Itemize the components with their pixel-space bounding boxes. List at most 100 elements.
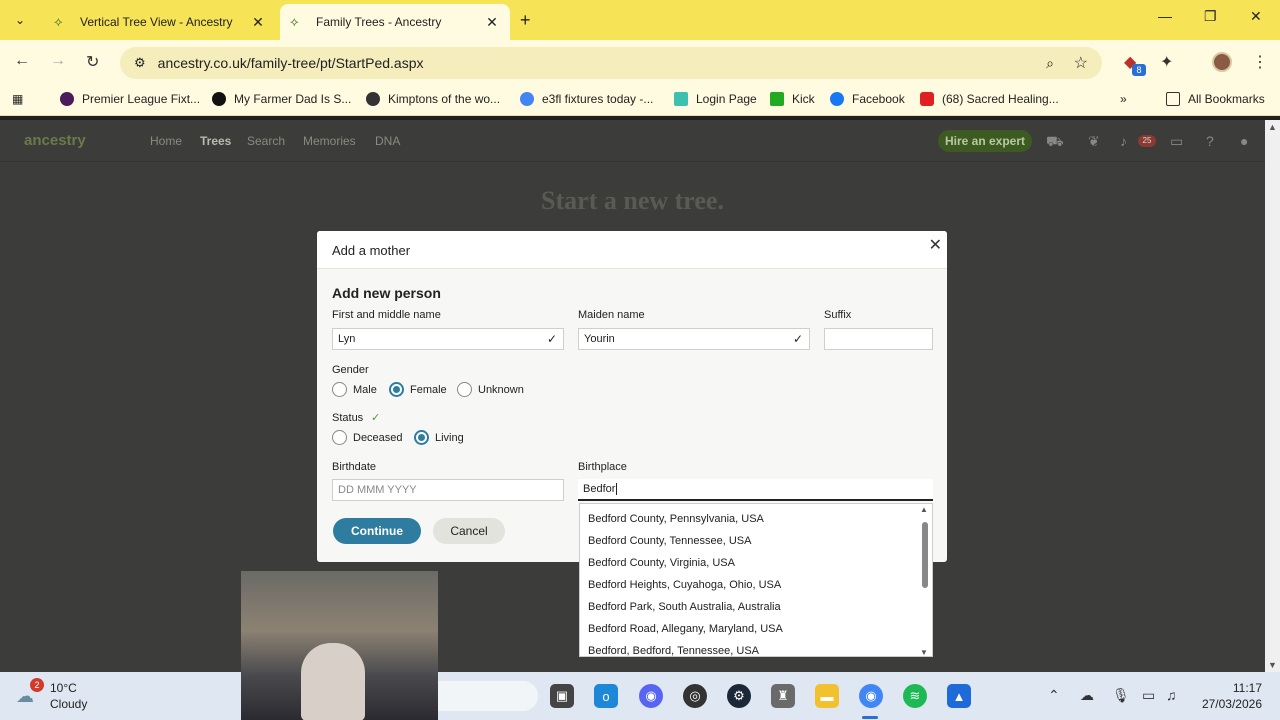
ancestry-leaf-icon: ⟡ — [54, 14, 63, 29]
task-view-icon[interactable]: ▣ — [550, 684, 574, 708]
volume-icon[interactable]: ♫ — [1166, 687, 1177, 703]
taskbar-search[interactable] — [438, 681, 538, 711]
nav-trees[interactable]: Trees — [200, 134, 231, 148]
bookmark-facebook[interactable]: Facebook — [830, 92, 905, 106]
all-bookmarks-folder[interactable]: All Bookmarks — [1166, 92, 1265, 106]
bell-icon[interactable]: ♪ — [1120, 133, 1127, 149]
suffix-field[interactable] — [824, 328, 933, 350]
bookmark-farmer-dad[interactable]: My Farmer Dad Is S... — [212, 92, 351, 106]
continue-button[interactable]: Continue — [333, 518, 421, 544]
restore-icon[interactable]: ❐ — [1204, 8, 1217, 25]
maiden-name-field[interactable]: Yourin ✓ — [578, 328, 810, 350]
clock-time[interactable]: 11:17 — [1206, 681, 1262, 695]
suggestion-item[interactable]: Bedford County, Pennsylvania, USA — [588, 513, 764, 525]
bookmark-star-icon[interactable]: ☆ — [1074, 53, 1088, 73]
hints-leaf-icon[interactable]: ❦ — [1088, 133, 1100, 150]
spotify-icon[interactable]: ≋ — [903, 684, 927, 708]
microphone-icon[interactable]: 🎙 — [1112, 687, 1130, 704]
bookmark-e3fl[interactable]: e3fl fixtures today -... — [520, 92, 653, 106]
nav-memories[interactable]: Memories — [303, 134, 356, 148]
scroll-down-icon[interactable]: ▼ — [1268, 660, 1277, 670]
extensions-puzzle-icon[interactable]: ✦ — [1160, 52, 1173, 72]
bookmark-login-page[interactable]: Login Page — [674, 92, 757, 106]
cart-icon[interactable]: ⛟ — [1046, 133, 1064, 152]
scroll-thumb[interactable] — [922, 522, 928, 588]
weather-condition[interactable]: Cloudy — [50, 697, 87, 711]
forward-icon[interactable]: → — [50, 52, 66, 70]
clock-date[interactable]: 27/03/2026 — [1200, 697, 1262, 711]
hire-expert-button[interactable]: Hire an expert — [938, 130, 1032, 152]
close-window-icon[interactable]: ✕ — [1250, 8, 1262, 25]
weather-badge: 2 — [30, 678, 44, 692]
ancestry-logo[interactable]: ancestry — [24, 132, 86, 149]
account-icon[interactable]: ● — [1240, 133, 1248, 149]
scroll-up-icon[interactable]: ▲ — [1268, 122, 1277, 132]
suggestions-scrollbar[interactable]: ▲ ▼ — [920, 504, 930, 656]
scroll-down-icon[interactable]: ▼ — [920, 648, 928, 656]
menu-icon[interactable]: ⋮ — [1252, 52, 1268, 72]
tab-search-icon[interactable]: ⌄ — [8, 8, 32, 32]
more-bookmarks-icon[interactable]: » — [1120, 92, 1127, 106]
close-tab-icon[interactable]: ✕ — [250, 14, 266, 31]
minimize-icon[interactable]: — — [1158, 8, 1172, 24]
suggestion-item[interactable]: Bedford Heights, Cuyahoga, Ohio, USA — [588, 579, 781, 591]
bookmark-sacred-healing[interactable]: (68) Sacred Healing... — [920, 92, 1059, 106]
nav-search[interactable]: Search — [247, 134, 285, 148]
close-tab-icon[interactable]: ✕ — [484, 14, 500, 31]
gender-male-radio[interactable]: Male — [332, 382, 377, 397]
file-explorer-icon[interactable]: ▬ — [815, 684, 839, 708]
suggestion-item[interactable]: Bedford Park, South Australia, Australia — [588, 601, 781, 613]
page-scrollbar[interactable]: ▲ ▼ — [1265, 120, 1280, 672]
gender-label: Gender — [332, 364, 369, 376]
tab-family-trees[interactable]: ⟡ Family Trees - Ancestry ✕ — [280, 4, 510, 40]
suggestion-item[interactable]: Bedford Road, Allegany, Maryland, USA — [588, 623, 783, 635]
tab-vertical-tree-view[interactable]: ⟡ Vertical Tree View - Ancestry ✕ — [44, 4, 276, 40]
scroll-up-icon[interactable]: ▲ — [920, 505, 928, 514]
address-bar[interactable]: ⚙ ancestry.co.uk/family-tree/pt/StartPed… — [120, 47, 1102, 79]
obs-icon[interactable]: ◎ — [683, 684, 707, 708]
back-icon[interactable]: ← — [14, 52, 30, 70]
birthdate-field[interactable]: DD MMM YYYY — [332, 479, 564, 501]
steam-icon[interactable]: ⚙ — [727, 684, 751, 708]
radio-dot — [414, 430, 429, 445]
nav-dna[interactable]: DNA — [375, 134, 400, 148]
tray-overflow-icon[interactable]: ⌃ — [1048, 687, 1060, 704]
status-deceased-radio[interactable]: Deceased — [332, 430, 403, 445]
zoom-icon[interactable]: ⌕ — [1046, 55, 1054, 72]
profile-avatar[interactable] — [1212, 52, 1232, 72]
game-icon[interactable]: ♜ — [771, 684, 795, 708]
outlook-icon[interactable]: o — [594, 684, 618, 708]
bookmark-kick[interactable]: Kick — [770, 92, 815, 106]
network-icon[interactable]: ▭ — [1142, 687, 1155, 704]
help-icon[interactable]: ? — [1206, 133, 1214, 149]
suggestion-item[interactable]: Bedford County, Virginia, USA — [588, 557, 735, 569]
browser-toolbar: ← → ↻ ⚙ ancestry.co.uk/family-tree/pt/St… — [0, 40, 1280, 86]
radio-label: Unknown — [478, 383, 524, 396]
suggestion-item[interactable]: Bedford, Bedford, Tennessee, USA — [588, 645, 759, 656]
suggestion-item[interactable]: Bedford County, Tennessee, USA — [588, 535, 751, 547]
messages-icon[interactable]: ▭ — [1170, 133, 1183, 150]
bookmark-premier-league[interactable]: Premier League Fixt... — [60, 92, 200, 106]
ancestry-leaf-icon: ⟡ — [290, 14, 299, 29]
bookmark-kimptons[interactable]: Kimptons of the wo... — [366, 92, 500, 106]
chrome-icon[interactable]: ◉ — [859, 684, 883, 708]
cancel-button[interactable]: Cancel — [433, 518, 505, 544]
close-icon[interactable]: ✕ — [929, 235, 942, 255]
apps-icon[interactable]: ▦ — [12, 92, 23, 106]
active-app-indicator — [862, 716, 878, 719]
webcam-person — [301, 643, 365, 720]
page-title: Start a new tree. — [541, 186, 724, 215]
discord-icon[interactable]: ◉ — [639, 684, 663, 708]
onedrive-icon[interactable]: ☁ — [1080, 687, 1094, 704]
status-living-radio[interactable]: Living — [414, 430, 464, 445]
gender-female-radio[interactable]: Female — [389, 382, 447, 397]
site-info-icon[interactable]: ⚙ — [134, 55, 146, 71]
new-tab-icon[interactable]: + — [520, 10, 531, 31]
app-launcher-icon[interactable]: ▲ — [947, 684, 971, 708]
nav-home[interactable]: Home — [150, 134, 182, 148]
birthplace-field[interactable]: Bedfor — [578, 479, 933, 501]
reload-icon[interactable]: ↻ — [86, 52, 99, 72]
weather-temperature[interactable]: 10°C — [50, 681, 77, 695]
first-name-field[interactable]: Lyn ✓ — [332, 328, 564, 350]
gender-unknown-radio[interactable]: Unknown — [457, 382, 524, 397]
